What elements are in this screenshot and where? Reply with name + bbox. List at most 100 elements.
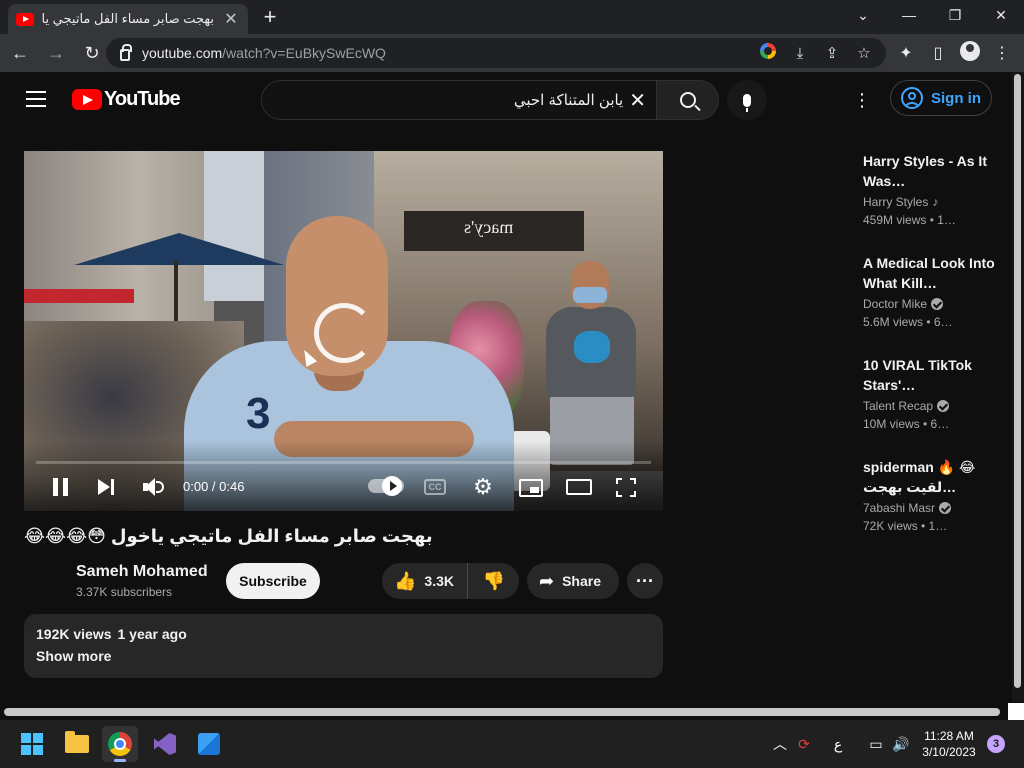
windows-logo-icon: [21, 733, 43, 755]
vertical-scrollbar[interactable]: [1012, 72, 1024, 702]
input-language[interactable]: ع: [828, 720, 848, 768]
verified-check-icon: [931, 298, 944, 310]
sign-in-button[interactable]: Sign in: [890, 80, 992, 116]
bookmark-star-icon[interactable]: ☆: [848, 44, 880, 62]
fullscreen-icon[interactable]: [616, 475, 636, 499]
channel-name[interactable]: Sameh Mohamed: [76, 563, 208, 581]
forward-button[interactable]: →: [40, 37, 72, 69]
volume-tray-icon[interactable]: 🔊: [890, 720, 912, 768]
extensions-icon[interactable]: ✦: [890, 43, 922, 63]
subtitles-icon[interactable]: CC: [424, 479, 446, 495]
youtube-favicon-icon: [16, 12, 34, 26]
progress-bar[interactable]: [36, 461, 651, 464]
minimize-button[interactable]: —: [886, 0, 932, 30]
youtube-play-icon: [72, 89, 102, 110]
controls-gradient: [24, 441, 663, 511]
settings-menu-icon[interactable]: ⋮: [852, 90, 872, 110]
more-actions-button[interactable]: ···: [627, 563, 663, 599]
store-sign-text: macy's: [464, 217, 514, 237]
vertical-scroll-thumb[interactable]: [1014, 74, 1021, 688]
horizontal-scrollbar[interactable]: [0, 703, 1024, 720]
visual-studio-button[interactable]: [147, 726, 183, 762]
recommendation-title[interactable]: Harry Styles - As It Was…: [863, 151, 1013, 191]
loading-spinner-icon: [314, 303, 374, 363]
dislike-button[interactable]: 👎: [474, 563, 514, 599]
notification-badge[interactable]: 3: [987, 735, 1005, 753]
toolbar-right: ✦ ▯ ⋮: [890, 34, 1018, 72]
recommendation-item[interactable]: spiderman 🔥 😂 لقيت بهجت… 7abashi Masr 72…: [863, 457, 1013, 533]
recommendation-channel: Talent Recap: [863, 399, 1013, 413]
start-button[interactable]: [14, 726, 50, 762]
video-player[interactable]: macy's 3 0:00 / 0:46 CC ⚙: [24, 151, 663, 511]
close-window-button[interactable]: ✕: [978, 0, 1024, 30]
tab-search-button[interactable]: ⌄: [840, 0, 886, 30]
sign-in-label: Sign in: [931, 89, 981, 107]
install-app-icon[interactable]: ⤓: [784, 45, 816, 62]
recommendation-stats: 5.6M views • 6…: [863, 315, 953, 329]
recommendation-stats: 459M views • 1…: [863, 213, 956, 227]
youtube-logo[interactable]: YouTube: [72, 88, 181, 111]
next-video-icon[interactable]: [94, 475, 118, 499]
address-bar[interactable]: youtube.com/watch?v=EuBkySwEcWQ ⤓ ⇪ ☆: [106, 38, 886, 68]
channel-avatar[interactable]: [24, 560, 64, 600]
recommendation-item[interactable]: Harry Styles - As It Was… Harry Styles ♪ …: [863, 151, 1013, 227]
chrome-taskbar-button[interactable]: [102, 726, 138, 762]
url-text[interactable]: youtube.com/watch?v=EuBkySwEcWQ: [142, 45, 386, 61]
autoplay-toggle[interactable]: [368, 476, 404, 496]
verified-check-icon: [937, 400, 950, 412]
recommendation-title[interactable]: A Medical Look Into What Kill…: [863, 253, 1013, 293]
theater-mode-icon[interactable]: [566, 479, 592, 495]
like-button[interactable]: 👍 3.3K: [382, 563, 468, 599]
volume-icon[interactable]: [140, 475, 166, 499]
omnibox-actions: ⤓ ⇪ ☆: [752, 38, 880, 68]
browser-tab[interactable]: بهجت صابر مساء الفل ماتيجي ياخول ✕: [8, 4, 248, 34]
channel-label: Harry Styles: [863, 195, 929, 209]
recommendation-item[interactable]: 10 VIRAL TikTok Stars'… Talent Recap 10M…: [863, 355, 1013, 431]
share-page-icon[interactable]: ⇪: [816, 44, 848, 62]
subscribe-button[interactable]: Subscribe: [226, 563, 320, 599]
chrome-menu-icon[interactable]: ⋮: [986, 43, 1018, 63]
new-tab-button[interactable]: +: [258, 4, 282, 30]
reload-button[interactable]: ↻: [76, 37, 108, 69]
tab-close-icon[interactable]: ✕: [222, 9, 240, 29]
search-button[interactable]: [656, 80, 719, 120]
store-button[interactable]: [191, 726, 227, 762]
maximize-button[interactable]: ❐: [932, 0, 978, 30]
store-icon: [198, 733, 220, 755]
lock-icon[interactable]: [120, 43, 132, 61]
network-icon[interactable]: ▭: [866, 720, 886, 768]
clock-date: 3/10/2023: [922, 745, 976, 759]
profile-icon[interactable]: [954, 40, 986, 66]
file-explorer-button[interactable]: [59, 726, 95, 762]
screen: بهجت صابر مساء الفل ماتيجي ياخول ✕ + ⌄ —…: [0, 0, 1024, 768]
show-hidden-icons-button[interactable]: ︿: [770, 720, 790, 768]
description-meta: 192K views 1 year ago: [36, 626, 651, 642]
pause-button[interactable]: [50, 475, 70, 499]
sync-icon[interactable]: ⟳: [794, 720, 814, 768]
clock[interactable]: 11:28 AM 3/10/2023: [918, 728, 980, 760]
verified-check-icon: [939, 502, 952, 514]
miniplayer-icon[interactable]: [519, 479, 543, 497]
clear-search-icon[interactable]: ✕: [629, 88, 646, 113]
recommendation-title[interactable]: 10 VIRAL TikTok Stars'…: [863, 355, 1013, 395]
horizontal-scroll-thumb[interactable]: [4, 708, 1000, 716]
search-icon: [679, 92, 696, 108]
back-button[interactable]: ←: [4, 37, 36, 69]
voice-search-button[interactable]: [727, 80, 767, 120]
clock-time: 11:28 AM: [924, 729, 974, 743]
guide-menu-icon[interactable]: [26, 91, 46, 107]
google-lens-icon[interactable]: [752, 43, 784, 63]
recommendation-item[interactable]: A Medical Look Into What Kill… Doctor Mi…: [863, 253, 1013, 329]
description-box[interactable]: 192K views 1 year ago Show more: [24, 614, 663, 678]
youtube-wordmark: YouTube: [104, 88, 181, 110]
share-button[interactable]: ➦ Share: [527, 563, 619, 599]
channel-label: 7abashi Masr: [863, 501, 936, 515]
settings-gear-icon[interactable]: ⚙: [471, 475, 495, 499]
search-input[interactable]: يابن المتناكة احبي ✕: [261, 80, 657, 120]
side-panel-icon[interactable]: ▯: [922, 43, 954, 63]
recommendation-title[interactable]: spiderman 🔥 😂 لقيت بهجت…: [863, 457, 1013, 497]
recommendation-stats: 10M views • 6…: [863, 417, 950, 431]
view-count: 192K views: [36, 626, 112, 642]
like-dislike-group: 👍 3.3K 👎: [382, 563, 519, 599]
show-more-link[interactable]: Show more: [36, 648, 651, 664]
